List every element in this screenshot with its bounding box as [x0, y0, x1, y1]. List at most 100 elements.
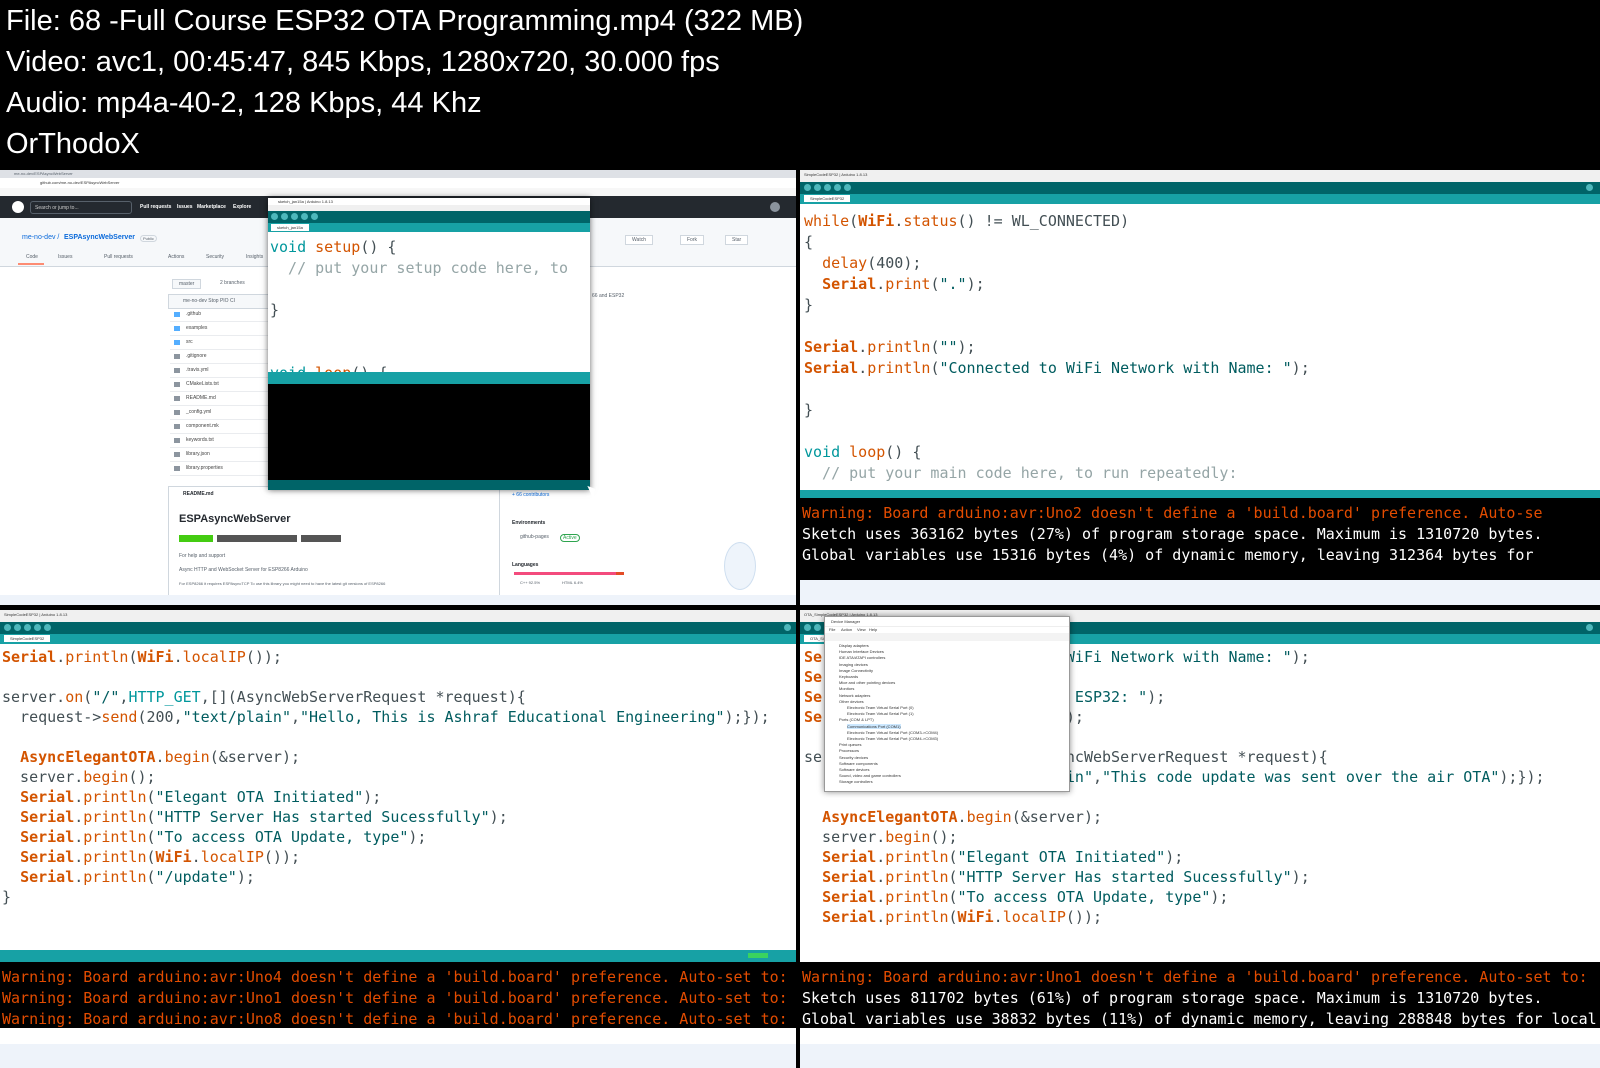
code-line[interactable]: server.on("/",HTTP_GET,[](AsyncWebServer…: [2, 688, 526, 706]
tab-actions[interactable]: Actions: [168, 254, 184, 260]
device-tree-item[interactable]: Imaging devices: [839, 662, 868, 667]
verify-button[interactable]: [804, 184, 811, 191]
open-button[interactable]: [834, 184, 841, 191]
tab-code[interactable]: Code: [26, 254, 38, 260]
nav-issues[interactable]: Issues: [177, 204, 193, 210]
repo-owner[interactable]: me-no-dev /: [22, 234, 59, 241]
device-tree-item[interactable]: Print queues: [839, 742, 861, 747]
ide-sketch-tab[interactable]: SimpleCodeESP32: [4, 635, 51, 642]
device-tree-item[interactable]: Electronic Team Virtual Serial Port (COM…: [847, 736, 938, 741]
device-tree-item[interactable]: Sound, video and game controllers: [839, 773, 901, 778]
code-line[interactable]: Serial.println("");: [804, 338, 976, 356]
device-tree-item[interactable]: Electronic Team Virtual Serial Port (1): [847, 711, 914, 716]
code-line[interactable]: // put your main code here, to run repea…: [804, 464, 1237, 482]
code-line[interactable]: }: [270, 301, 279, 319]
fork-button[interactable]: Fork: [680, 235, 704, 245]
address-bar[interactable]: github.com/me-no-dev/ESPAsyncWebServer: [40, 180, 119, 185]
device-tree-item[interactable]: Security devices: [839, 755, 868, 760]
nav-pull-requests[interactable]: Pull requests: [140, 204, 171, 210]
code-line[interactable]: // put your setup code here, to: [270, 259, 568, 277]
branches-link[interactable]: 2 branches: [220, 280, 245, 286]
open-button[interactable]: [34, 624, 41, 631]
code-line[interactable]: void loop() {: [804, 443, 921, 461]
save-button[interactable]: [844, 184, 851, 191]
device-tree-item[interactable]: Electronic Team Virtual Serial Port (0): [847, 705, 914, 710]
device-tree-item[interactable]: Display adapters: [839, 643, 869, 648]
tab-issues[interactable]: Issues: [58, 254, 72, 260]
branch-select[interactable]: master: [172, 279, 202, 289]
code-line[interactable]: delay(400);: [804, 254, 921, 272]
code-line[interactable]: Serial.println("/update");: [2, 868, 255, 886]
ide-code-editor[interactable]: Serial.println(WiFi.localIP()); server.on…: [0, 644, 796, 964]
dm-menu-file[interactable]: File: [829, 627, 835, 632]
device-tree-item[interactable]: Communications Port (COM1): [847, 723, 901, 729]
code-line[interactable]: }: [804, 401, 813, 419]
tab-pull-requests[interactable]: Pull requests: [104, 254, 133, 260]
code-line[interactable]: Serial.print(".");: [804, 275, 985, 293]
code-line[interactable]: Serial.println(WiFi.localIP());: [2, 648, 282, 666]
ide-sketch-tab[interactable]: SimpleCodeESP32: [804, 195, 851, 202]
new-button[interactable]: [24, 624, 31, 631]
device-tree-item[interactable]: Processors: [839, 748, 859, 753]
code-line[interactable]: {: [804, 233, 813, 251]
ide-code-editor[interactable]: void setup() { // put your setup code he…: [268, 232, 590, 382]
code-line[interactable]: server.begin();: [804, 828, 957, 846]
code-line[interactable]: Serial.println("HTTP Server Has started …: [2, 808, 508, 826]
code-line[interactable]: Serial.println("Elegant OTA Initiated");: [804, 848, 1183, 866]
code-line[interactable]: void setup() {: [270, 238, 396, 256]
code-line[interactable]: Serial.println("HTTP Server Has started …: [804, 868, 1310, 886]
save-button[interactable]: [311, 213, 318, 220]
new-button[interactable]: [291, 213, 298, 220]
watch-button[interactable]: Watch: [625, 235, 653, 245]
serial-monitor-button[interactable]: [1586, 624, 1593, 631]
verify-button[interactable]: [4, 624, 11, 631]
ide-sketch-tab[interactable]: sketch_jan15a: [271, 224, 309, 231]
code-line[interactable]: Serial.println("To access OTA Update, ty…: [804, 888, 1228, 906]
device-tree-item[interactable]: Software devices: [839, 767, 869, 772]
code-line[interactable]: request->send(200,"text/plain","Hello, T…: [2, 708, 770, 726]
device-tree-item[interactable]: Image Connectivity: [839, 668, 873, 673]
contributors-link[interactable]: + 66 contributors: [512, 492, 549, 498]
code-line[interactable]: server.begin();: [2, 768, 155, 786]
device-tree-item[interactable]: Storage controllers: [839, 779, 873, 784]
dm-menu-view[interactable]: View: [857, 627, 866, 632]
nav-marketplace[interactable]: Marketplace: [197, 204, 226, 210]
upload-button[interactable]: [814, 624, 821, 631]
avatar[interactable]: [770, 202, 780, 212]
code-line[interactable]: Serial.println(WiFi.localIP());: [804, 908, 1102, 926]
serial-monitor-button[interactable]: [784, 624, 791, 631]
device-tree-item[interactable]: IDE ATA/ATAPI controllers: [839, 655, 885, 660]
dm-menu-action[interactable]: Action: [841, 627, 852, 632]
upload-button[interactable]: [281, 213, 288, 220]
device-tree-item[interactable]: Network adapters: [839, 693, 870, 698]
tab-insights[interactable]: Insights: [246, 254, 263, 260]
serial-monitor-button[interactable]: [1586, 184, 1593, 191]
device-tree-item[interactable]: Monitors: [839, 686, 854, 691]
code-line[interactable]: while(WiFi.status() != WL_CONNECTED): [804, 212, 1129, 230]
device-tree-item[interactable]: Other devices: [839, 699, 864, 704]
github-logo-icon[interactable]: [12, 201, 24, 213]
save-button[interactable]: [44, 624, 51, 631]
nav-explore[interactable]: Explore: [233, 204, 251, 210]
tab-security[interactable]: Security: [206, 254, 224, 260]
device-tree-item[interactable]: Keyboards: [839, 674, 858, 679]
code-line[interactable]: Serial.println(WiFi.localIP());: [2, 848, 300, 866]
code-line[interactable]: Serial.println("To access OTA Update, ty…: [2, 828, 426, 846]
upload-button[interactable]: [814, 184, 821, 191]
env-github-pages[interactable]: github-pages: [520, 534, 549, 540]
code-line[interactable]: Serial.println("Connected to WiFi Networ…: [804, 359, 1310, 377]
code-line[interactable]: }: [2, 888, 11, 906]
verify-button[interactable]: [271, 213, 278, 220]
device-tree-item[interactable]: Software components: [839, 761, 878, 766]
code-line[interactable]: }: [804, 296, 813, 314]
star-button[interactable]: Star: [725, 235, 749, 245]
device-tree-item[interactable]: Ports (COM & LPT): [839, 717, 874, 722]
dm-device-tree[interactable]: Display adapters Human Interface Devices I…: [825, 641, 1069, 791]
code-line[interactable]: AsyncElegantOTA.begin(&server);: [804, 808, 1102, 826]
dm-menu-help[interactable]: Help: [869, 627, 877, 632]
code-line[interactable]: AsyncElegantOTA.begin(&server);: [2, 748, 300, 766]
code-line[interactable]: Serial.println("Elegant OTA Initiated");: [2, 788, 381, 806]
browser-tab-title[interactable]: me-no-dev/ESPAsyncWebServer: [14, 171, 73, 176]
repo-name[interactable]: ESPAsyncWebServer: [64, 234, 135, 241]
device-tree-item[interactable]: Mice and other pointing devices: [839, 680, 895, 685]
